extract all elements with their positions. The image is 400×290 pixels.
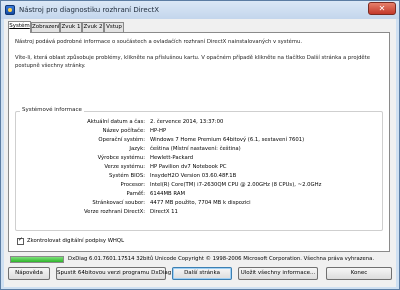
save-all-info-button[interactable]: Uložit všechny informace... [238,267,318,280]
tab-sound-2-label: Zvuk 2 [83,24,103,30]
info-label: Název počítače: [102,128,145,134]
info-row-manufacturer: Výrobce systému: Hewlett-Packard [16,155,382,164]
client-area: Systém Zobrazení Zvuk 1 Zvuk 2 Vstup Nás… [4,19,396,287]
info-label: Paměť: [126,191,145,197]
info-value: Hewlett-Packard [150,155,194,161]
system-tab-panel: Nástroj podává podrobné informace o souč… [8,32,390,252]
info-row-directx-version: Verze rozhraní DirectX: DirectX 11 [16,209,382,218]
info-label: Verze systému: [104,164,145,170]
info-row-os: Operační systém: Windows 7 Home Premium … [16,137,382,146]
info-row-bios: Systém BIOS: InsydeH2O Version 03.60.48F… [16,173,382,182]
status-text: DxDiag 6.01.7601.17514 32bitů Unicode Co… [68,256,375,262]
status-bar: DxDiag 6.01.7601.17514 32bitů Unicode Co… [8,255,390,265]
exit-button[interactable]: Konec [326,267,392,280]
run-64bit-button[interactable]: Spustit 64bitovou verzi programu DxDiag [56,267,171,280]
info-value: InsydeH2O Version 03.60.48F.1B [150,173,237,179]
info-value: 4477 MB použito, 7704 MB k dispozici [150,200,251,206]
info-row-computer-name: Název počítače: HP-HP [16,128,382,137]
info-label: Verze rozhraní DirectX: [83,209,145,215]
info-value: HP Pavilion dv7 Notebook PC [150,164,227,170]
window-title: Nástroj pro diagnostiku rozhraní DirectX [19,6,160,14]
tab-sound-1-label: Zvuk 1 [61,24,81,30]
info-value: Intel(R) Core(TM) i7-2630QM CPU @ 2.00GH… [150,182,322,188]
tab-system[interactable]: Systém [8,21,31,33]
info-value: HP-HP [150,128,167,134]
intro-text-1: Nástroj podává podrobné informace o souč… [15,39,303,45]
button-row: Nápověda Spustit 64bitovou verzi program… [4,267,396,281]
whql-checkbox-label[interactable]: Zkontrolovat digitální podpisy WHQL [27,238,124,244]
progress-bar [10,256,64,263]
tab-display-label: Zobrazení [32,24,60,30]
whql-checkbox[interactable] [17,236,24,245]
tab-system-label: Systém [9,23,30,29]
info-row-memory: Paměť: 6144MB RAM [16,191,382,200]
dxdiag-window: Nástroj pro diagnostiku rozhraní DirectX… [0,0,400,290]
close-button[interactable]: ✕ [368,2,396,15]
progress-fill [11,257,63,262]
info-label: Operační systém: [98,137,145,143]
info-label: Jazyk: [129,146,145,152]
intro-text-2: Víte-li, která oblast způsobuje problémy… [15,55,371,69]
info-value: 2. července 2014, 13:37:00 [150,119,224,125]
tab-input[interactable]: Vstup [104,22,124,32]
info-row-page-file: Stránkovací soubor: 4477 MB použito, 770… [16,200,382,209]
info-value: 6144MB RAM [150,191,186,197]
tab-input-label: Vstup [106,24,122,30]
next-page-button[interactable]: Další stránka [172,267,232,280]
info-label: Výrobce systému: [97,155,145,161]
info-label: Procesor: [120,182,145,188]
tab-display[interactable]: Zobrazení [31,22,60,32]
info-row-processor: Procesor: Intel(R) Core(TM) i7-2630QM CP… [16,182,382,191]
info-label: Systém BIOS: [109,173,145,179]
tab-sound-2[interactable]: Zvuk 2 [82,22,104,32]
help-button[interactable]: Nápověda [8,267,50,280]
tab-sound-1[interactable]: Zvuk 1 [60,22,82,32]
info-value: DirectX 11 [150,209,178,215]
info-row-language: Jazyk: čeština (Místní nastavení: češtin… [16,146,382,155]
info-label: Stránkovací soubor: [92,200,145,206]
info-row-model: Verze systému: HP Pavilion dv7 Notebook … [16,164,382,173]
info-value: čeština (Místní nastavení: čeština) [150,146,241,152]
system-info-title: Systémové informace [20,107,84,113]
info-row-date: Aktuální datum a čas: 2. července 2014, … [16,119,382,128]
directx-app-icon [5,5,15,15]
info-label: Aktuální datum a čas: [87,119,145,125]
info-value: Windows 7 Home Premium 64bitový (6.1, se… [150,137,305,143]
system-info-group: Systémové informace Aktuální datum a čas… [15,107,383,231]
title-bar[interactable]: Nástroj pro diagnostiku rozhraní DirectX… [1,1,399,19]
